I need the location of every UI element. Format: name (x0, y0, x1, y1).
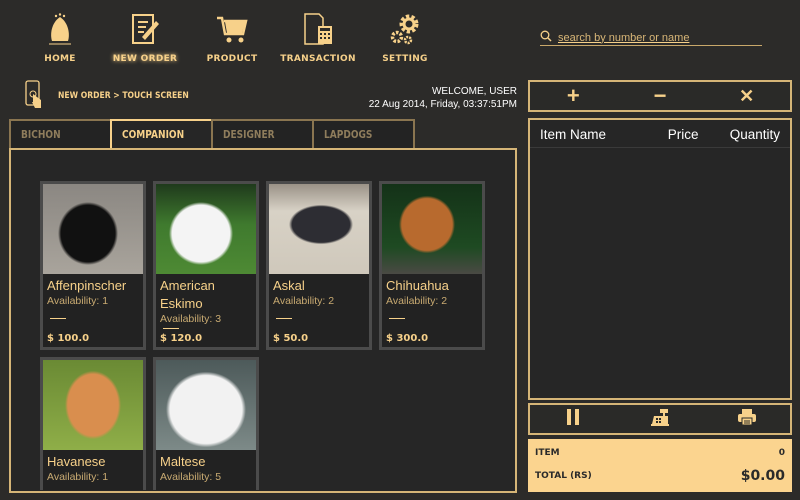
category-tabs: BICHON COMPANION DESIGNER LAPDOGS (9, 119, 415, 151)
product-availability: Availability: 3 (160, 313, 222, 325)
tab-companion[interactable]: COMPANION (110, 119, 213, 151)
tab-bichon[interactable]: BICHON (9, 119, 112, 149)
calculator-icon (273, 12, 363, 46)
cash-register-button[interactable] (617, 405, 704, 433)
checkout-actions (528, 403, 792, 435)
product-price: $ 120.0 (160, 333, 203, 344)
product-availability: Availability: 5 (160, 471, 222, 483)
column-quantity: Quantity (729, 127, 780, 142)
print-button[interactable] (703, 405, 790, 433)
nav-home[interactable]: HOME (15, 12, 105, 64)
product-image (156, 184, 256, 274)
user-info: WELCOME, USER 22 Aug 2014, Friday, 03:37… (369, 85, 517, 111)
product-image (43, 184, 143, 274)
total-value: $0.00 (740, 468, 785, 484)
touch-screen-icon (25, 80, 43, 115)
cart-icon (187, 12, 277, 46)
cart-actions: + − ✕ (528, 80, 792, 112)
product-availability: Availability: 1 (47, 471, 109, 483)
breadcrumb: NEW ORDER > TOUCH SCREEN (58, 91, 189, 101)
product-availability: Availability: 2 (386, 295, 448, 307)
decrease-quantity-button[interactable]: − (617, 82, 704, 110)
product-price: $ 100.0 (47, 333, 90, 344)
pause-button[interactable] (530, 405, 617, 433)
nav-label: NEW ORDER (112, 54, 178, 64)
product-card[interactable]: Chihuahua Availability: 2 $ 300.0 (379, 181, 485, 350)
product-name: Havanese (47, 454, 106, 469)
nav-label: HOME (44, 54, 76, 64)
product-image (43, 360, 143, 450)
product-image (382, 184, 482, 274)
product-price: $ 300.0 (386, 333, 429, 344)
product-name: Affenpinscher (47, 278, 127, 293)
product-name: Maltese (160, 454, 206, 469)
total-label: TOTAL (RS) (535, 471, 592, 481)
product-name: Chihuahua (386, 278, 449, 293)
search-input[interactable] (558, 31, 748, 44)
product-card[interactable]: Havanese Availability: 1 (40, 357, 146, 490)
nav-label: TRANSACTION (280, 54, 356, 64)
product-card[interactable]: Affenpinscher Availability: 1 $ 100.0 (40, 181, 146, 350)
search-icon (540, 30, 552, 45)
tab-designer[interactable]: DESIGNER (211, 119, 314, 149)
product-grid: Affenpinscher Availability: 1 $ 100.0 Am… (9, 148, 517, 493)
product-name: Askal (273, 278, 305, 293)
order-summary: ITEM 0 TOTAL (RS) $0.00 (528, 439, 792, 492)
pause-icon (566, 406, 580, 432)
nav-transaction[interactable]: TRANSACTION (273, 12, 363, 64)
remove-item-button[interactable]: ✕ (703, 82, 790, 110)
datetime: 22 Aug 2014, Friday, 03:37:51PM (368, 99, 517, 110)
product-card[interactable]: Maltese Availability: 5 (153, 357, 259, 490)
tab-lapdogs[interactable]: LAPDOGS (312, 119, 415, 149)
product-image (269, 184, 369, 274)
product-availability: Availability: 2 (273, 295, 335, 307)
column-price: Price (667, 127, 699, 142)
cash-register-icon (650, 406, 670, 432)
search-bar (540, 30, 762, 46)
cart-list: Item Name Price Quantity (528, 118, 792, 400)
item-count-label: ITEM (535, 448, 560, 458)
nav-label: PRODUCT (206, 54, 258, 64)
printer-icon (737, 406, 757, 432)
new-order-icon (100, 12, 190, 46)
product-price: $ 50.0 (273, 333, 309, 344)
home-icon (15, 12, 105, 46)
welcome-text: WELCOME, USER (431, 86, 517, 97)
cart-header: Item Name Price Quantity (530, 120, 790, 148)
increase-quantity-button[interactable]: + (530, 82, 617, 110)
product-image (156, 360, 256, 450)
nav-setting[interactable]: SETTING (360, 12, 450, 64)
product-availability: Availability: 1 (47, 295, 109, 307)
product-name: American Eskimo (160, 278, 215, 311)
nav-label: SETTING (382, 54, 428, 64)
product-card[interactable]: Askal Availability: 2 $ 50.0 (266, 181, 372, 350)
column-item-name: Item Name (540, 127, 607, 142)
top-nav: HOME NEW ORDER PRODUCT TRANSACTION SETTI… (0, 0, 520, 75)
gear-icon (360, 12, 450, 46)
nav-new-order[interactable]: NEW ORDER (100, 12, 190, 64)
product-card[interactable]: American Eskimo Availability: 3 $ 120.0 (153, 181, 259, 350)
nav-product[interactable]: PRODUCT (187, 12, 277, 64)
item-count-value: 0 (778, 448, 785, 458)
